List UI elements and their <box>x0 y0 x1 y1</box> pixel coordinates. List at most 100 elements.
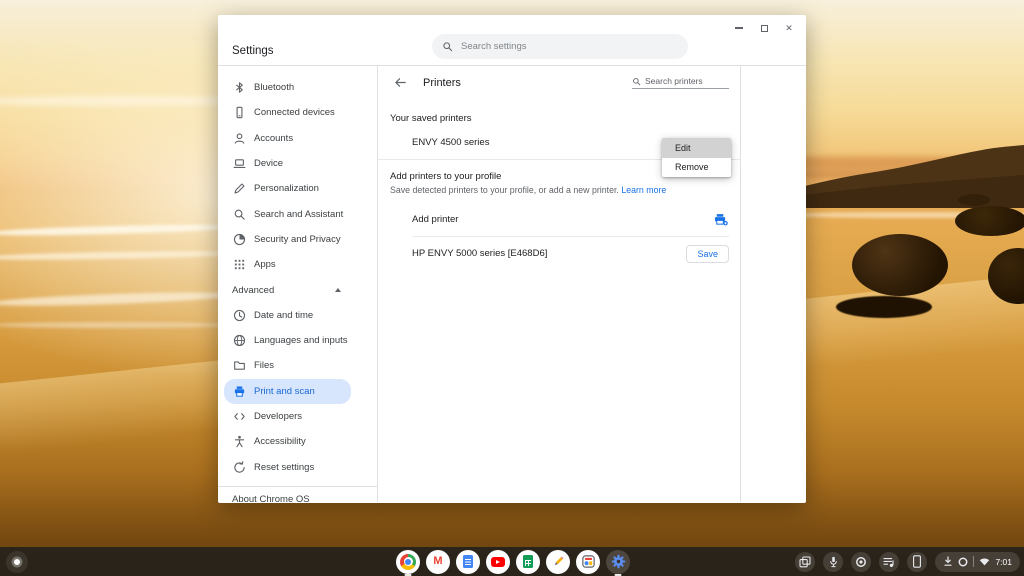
shelf-apps: M <box>396 550 630 574</box>
maximize-icon <box>761 25 768 32</box>
shelf-app-chrome[interactable] <box>396 550 420 574</box>
add-printers-description: Save detected printers to your profile, … <box>378 185 740 195</box>
sidebar-item-label: Search and Assistant <box>254 209 343 220</box>
shelf-app-sheets[interactable] <box>516 550 540 574</box>
launcher-button[interactable] <box>6 551 28 573</box>
pen-icon <box>232 182 246 196</box>
search-icon <box>632 77 641 86</box>
media-queue-button[interactable] <box>879 552 899 572</box>
add-printer-row[interactable]: Add printer <box>378 202 740 236</box>
page-title: Printers <box>423 77 461 89</box>
shelf-app-canvas[interactable] <box>546 550 570 574</box>
bluetooth-icon <box>232 81 246 95</box>
settings-search-input[interactable] <box>461 41 661 52</box>
sidebar-item-search-assistant[interactable]: Search and Assistant <box>218 201 377 226</box>
settings-search-bar[interactable] <box>432 34 688 59</box>
sidebar-item-label: Date and time <box>254 310 313 321</box>
minimize-button[interactable] <box>732 21 746 35</box>
sidebar-item-device[interactable]: Device <box>218 151 377 176</box>
settings-gear-icon <box>611 554 626 569</box>
youtube-icon <box>491 557 505 567</box>
phone-hub-icon <box>912 555 922 568</box>
sidebar-item-accounts[interactable]: Accounts <box>218 126 377 151</box>
shelf-app-youtube[interactable] <box>486 550 510 574</box>
microphone-icon <box>828 556 839 568</box>
desktop: ✕ Settings Bluetooth <box>0 0 1024 576</box>
sidebar-item-label: Files <box>254 360 274 371</box>
menu-item-edit[interactable]: Edit <box>662 138 731 158</box>
close-button[interactable]: ✕ <box>782 21 796 35</box>
saved-printers-header: Your saved printers <box>378 99 740 126</box>
sidebar-advanced-toggle[interactable]: Advanced <box>218 277 377 302</box>
sheets-icon <box>523 555 533 568</box>
sidebar-item-reset-settings[interactable]: Reset settings <box>218 454 377 479</box>
close-icon: ✕ <box>785 24 793 33</box>
chrome-icon <box>400 554 416 570</box>
laptop-icon <box>232 157 246 171</box>
person-icon <box>232 131 246 145</box>
settings-window: ✕ Settings Bluetooth <box>218 15 806 503</box>
printer-name: ENVY 4500 series <box>412 137 489 148</box>
sidebar-item-languages[interactable]: Languages and inputs <box>218 328 377 353</box>
settings-sidebar: Bluetooth Connected devices Accounts <box>218 66 378 502</box>
launcher-icon <box>14 559 20 565</box>
learn-more-link[interactable]: Learn more <box>621 185 666 195</box>
shelf-app-docs[interactable] <box>456 550 480 574</box>
code-icon <box>232 410 246 424</box>
status-separator <box>973 556 974 567</box>
sidebar-item-date-time[interactable]: Date and time <box>218 303 377 328</box>
boulder <box>955 206 1024 236</box>
record-button[interactable] <box>851 552 871 572</box>
clock-time: 7:01 <box>995 557 1012 567</box>
phone-hub-button[interactable] <box>907 552 927 572</box>
back-arrow-icon[interactable] <box>394 76 407 89</box>
sidebar-item-label: Apps <box>254 259 276 270</box>
sidebar-item-label: Accessibility <box>254 436 306 447</box>
printers-search-field[interactable] <box>632 76 729 89</box>
content-right-spacer <box>741 66 806 502</box>
maximize-button[interactable] <box>757 21 771 35</box>
status-area[interactable]: 7:01 <box>935 552 1020 572</box>
detected-printer-name: HP ENVY 5000 series [E468D6] <box>412 248 547 259</box>
save-printer-button[interactable]: Save <box>686 245 729 263</box>
sidebar-item-developers[interactable]: Developers <box>218 404 377 429</box>
sidebar-item-files[interactable]: Files <box>218 353 377 378</box>
sidebar-item-print-scan[interactable]: Print and scan <box>224 379 351 404</box>
boulder <box>958 194 990 206</box>
docs-icon <box>463 555 473 568</box>
clock-icon <box>232 308 246 322</box>
printers-header: Printers <box>378 66 740 99</box>
add-printer-label: Add printer <box>412 214 458 225</box>
globe-icon <box>232 334 246 348</box>
menu-item-remove[interactable]: Remove <box>662 158 731 178</box>
microphone-button[interactable] <box>823 552 843 572</box>
wifi-icon <box>979 557 990 566</box>
sidebar-item-label: Security and Privacy <box>254 234 341 245</box>
screen-capture-button[interactable] <box>795 552 815 572</box>
sidebar-item-about-chromeos[interactable]: About Chrome OS <box>218 487 377 513</box>
shelf-app-settings[interactable] <box>606 550 630 574</box>
sidebar-item-security-privacy[interactable]: Security and Privacy <box>218 227 377 252</box>
printers-search-input[interactable] <box>645 76 725 86</box>
sidebar-item-label: Accounts <box>254 133 293 144</box>
media-queue-icon <box>883 556 895 568</box>
sidebar-item-label: Device <box>254 158 283 169</box>
shelf: M <box>0 547 1024 576</box>
advanced-label: Advanced <box>232 285 274 296</box>
sidebar-item-personalization[interactable]: Personalization <box>218 176 377 201</box>
pencil-icon <box>552 555 565 568</box>
sidebar-item-apps[interactable]: Apps <box>218 252 377 277</box>
sidebar-item-bluetooth[interactable]: Bluetooth <box>218 75 377 100</box>
download-icon <box>943 556 953 567</box>
detected-printer-row: HP ENVY 5000 series [E468D6] Save <box>378 237 740 270</box>
shelf-app-gmail[interactable]: M <box>426 550 450 574</box>
printer-context-menu: Edit Remove <box>662 138 731 177</box>
phone-icon <box>232 106 246 120</box>
sidebar-item-label: Personalization <box>254 183 319 194</box>
accessibility-icon <box>232 435 246 449</box>
add-printer-icon[interactable] <box>713 213 728 226</box>
shelf-app-gallery[interactable] <box>576 550 600 574</box>
sidebar-item-connected-devices[interactable]: Connected devices <box>218 100 377 125</box>
sidebar-item-accessibility[interactable]: Accessibility <box>218 429 377 454</box>
sidebar-item-label: Bluetooth <box>254 82 294 93</box>
